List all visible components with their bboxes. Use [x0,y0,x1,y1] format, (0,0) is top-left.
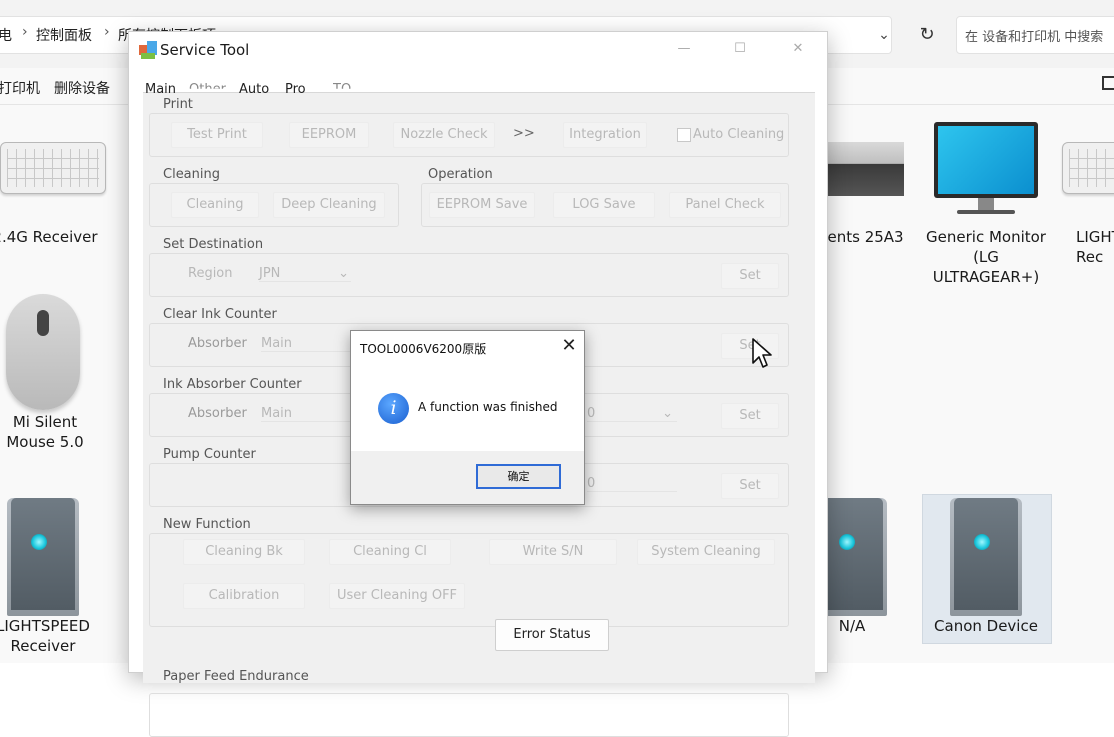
breadcrumb-fragment[interactable]: 电 [0,25,12,45]
pump-count-field[interactable]: 0 [587,476,677,492]
mouse-icon[interactable] [6,294,80,410]
integration-button[interactable]: Integration [563,122,647,148]
test-print-button[interactable]: Test Print [171,122,263,148]
breadcrumb-separator: › [104,24,110,40]
group-label: Print [163,97,193,112]
counter-value: 0 [587,406,596,421]
cleaning-cl-button[interactable]: Cleaning Cl [329,539,451,565]
tab-main[interactable]: Main [145,82,176,97]
panel-check-button[interactable]: Panel Check [669,192,781,218]
tab-pro[interactable]: Pro [285,82,306,97]
group-label: New Function [163,517,251,532]
eeprom-save-button[interactable]: EEPROM Save [429,192,535,218]
close-icon[interactable]: ✕ [783,38,813,60]
group-label: Pump Counter [163,447,256,462]
window-title: Service Tool [160,41,250,59]
minimize-icon[interactable]: — [669,38,699,60]
dialog-title: TOOL0006V6200原版 [360,342,487,356]
region-select[interactable]: JPN ⌄ [259,266,351,282]
auto-cleaning-label: Auto Cleaning [693,127,785,142]
keyboard-icon[interactable] [0,142,106,194]
set-destination-group [149,253,789,297]
chevron-down-icon: ⌄ [662,406,673,421]
cleaning-bk-button[interactable]: Cleaning Bk [183,539,305,565]
paper-feed-endurance-group [149,693,789,737]
region-label: Region [188,266,233,281]
write-sn-button[interactable]: Write S/N [489,539,617,565]
region-value: JPN [259,266,281,281]
breadcrumb-control-panel[interactable]: 控制面板 [36,25,92,45]
tab-auto[interactable]: Auto [239,82,269,97]
ink-absorber-select[interactable]: Main [261,406,351,422]
absorber-value: Main [261,336,293,351]
refresh-icon[interactable]: ↻ [912,20,942,50]
set-destination-set-button[interactable]: Set [721,263,779,289]
group-label: Set Destination [163,237,264,252]
dialog-message: A function was finished [418,400,558,414]
eeprom-button[interactable]: EEPROM [289,122,369,148]
chevron-down-icon: ⌄ [338,266,349,281]
breadcrumb-separator: › [22,24,28,40]
maximize-icon[interactable]: ☐ [725,38,755,60]
clear-absorber-select[interactable]: Main [261,336,351,352]
info-icon: i [378,393,409,424]
monitor-icon[interactable] [934,122,1038,198]
counter-value: 0 [587,476,596,491]
ok-button[interactable]: 确定 [476,464,561,489]
keyboard-icon[interactable] [1062,142,1114,194]
nozzle-check-button[interactable]: Nozzle Check [393,122,495,148]
group-label: Paper Feed Endurance [163,669,309,684]
absorber-label: Absorber [188,406,247,421]
pane-icon[interactable] [1102,76,1114,90]
more-arrows-button[interactable]: >> [513,126,535,141]
group-label: Operation [428,167,493,182]
printers-command[interactable]: 打印机 [0,78,40,98]
user-cleaning-off-button[interactable]: User Cleaning OFF [329,583,465,609]
log-save-button[interactable]: LOG Save [553,192,655,218]
mouse-cursor-icon [752,338,772,368]
ink-absorber-set-button[interactable]: Set [721,403,779,429]
chevron-down-icon[interactable]: ⌄ [872,20,896,50]
error-status-button[interactable]: Error Status [495,619,609,651]
search-placeholder: 在 设备和打印机 中搜索 [965,30,1104,45]
calibration-button[interactable]: Calibration [183,583,305,609]
cleaning-button[interactable]: Cleaning [171,192,259,218]
ink-absorber-count-field[interactable]: 0 ⌄ [587,406,677,422]
device-label[interactable]: 2.4G Receiver [0,227,100,247]
device-label[interactable]: Generic Monitor (LG ULTRAGEAR+) [924,227,1048,287]
message-dialog: TOOL0006V6200原版 ✕ i A function was finis… [350,330,585,505]
deep-cleaning-button[interactable]: Deep Cleaning [273,192,385,218]
auto-cleaning-checkbox[interactable] [677,128,691,142]
group-label: Cleaning [163,167,220,182]
device-label[interactable]: nents 25A3 [818,227,914,247]
close-icon[interactable]: ✕ [558,335,580,357]
service-tool-app-icon [139,41,157,59]
device-label[interactable]: Canon Device [924,616,1048,636]
group-label: Ink Absorber Counter [163,377,302,392]
device-label[interactable]: LIGHT Rec [1076,227,1114,267]
device-label[interactable]: LIGHTSPEED Receiver [0,616,98,656]
remove-device-button[interactable]: 删除设备 [54,78,110,98]
group-label: Clear Ink Counter [163,307,277,322]
monitor-base [957,210,1015,214]
absorber-value: Main [261,406,293,421]
system-cleaning-button[interactable]: System Cleaning [637,539,775,565]
device-label[interactable]: Mi Silent Mouse 5.0 [0,412,95,452]
storage-device-icon[interactable] [826,142,904,196]
computer-tower-icon[interactable] [950,498,1022,616]
absorber-label: Absorber [188,336,247,351]
computer-tower-icon[interactable] [7,498,79,616]
device-label[interactable]: N/A [822,616,882,636]
pump-counter-set-button[interactable]: Set [721,473,779,499]
